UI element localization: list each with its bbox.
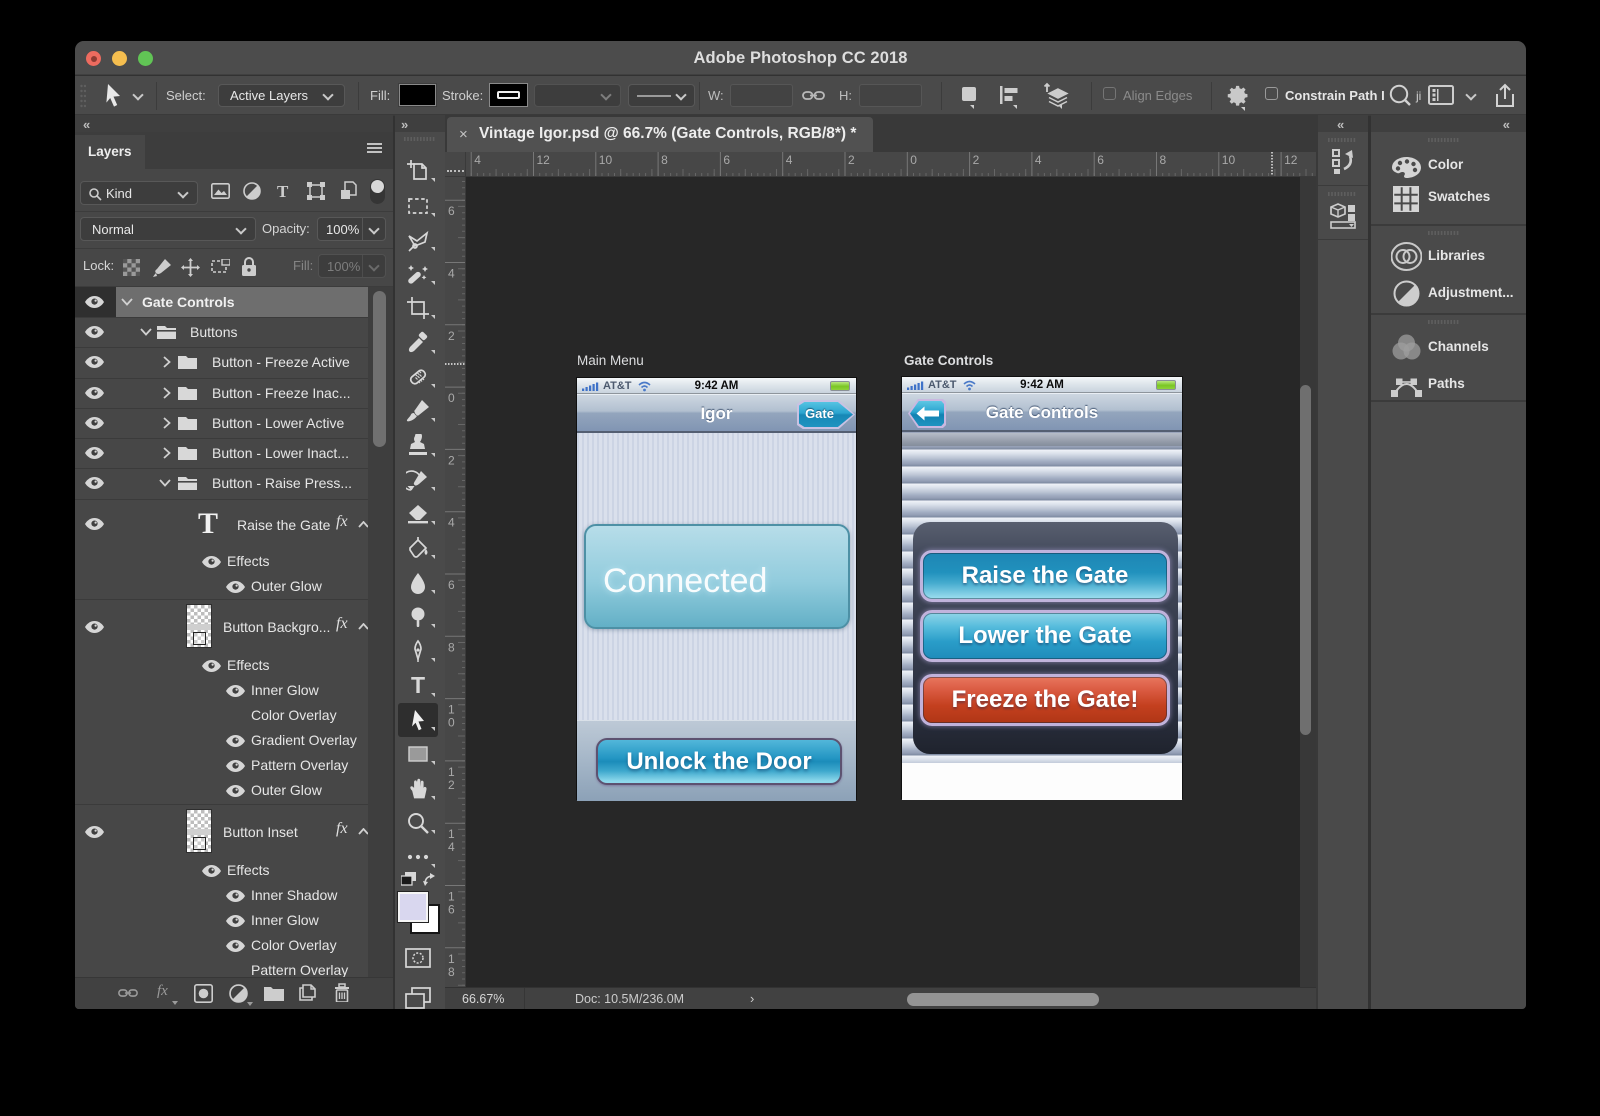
- svg-text:2: 2: [448, 778, 455, 792]
- svg-text:T: T: [411, 674, 425, 698]
- svg-text:1: 1: [448, 765, 455, 779]
- svg-text:8: 8: [1160, 153, 1167, 167]
- svg-text:8: 8: [661, 153, 668, 167]
- svg-text:2: 2: [848, 153, 855, 167]
- svg-text:10: 10: [1222, 153, 1236, 167]
- svg-text:4: 4: [448, 840, 455, 854]
- svg-text:0: 0: [910, 153, 917, 167]
- svg-text:6: 6: [448, 903, 455, 917]
- svg-text:6: 6: [723, 153, 730, 167]
- svg-text:4: 4: [448, 267, 455, 281]
- svg-text:4: 4: [786, 153, 793, 167]
- svg-text:4: 4: [1035, 153, 1042, 167]
- svg-text:12: 12: [537, 153, 551, 167]
- svg-text:2: 2: [448, 453, 455, 467]
- svg-text:6: 6: [448, 204, 455, 218]
- svg-text:1: 1: [448, 952, 455, 966]
- svg-text:1: 1: [448, 703, 455, 717]
- svg-text:8: 8: [448, 965, 455, 979]
- svg-text:2: 2: [973, 153, 980, 167]
- svg-text:8: 8: [448, 640, 455, 654]
- svg-text:0: 0: [448, 716, 455, 730]
- svg-text:4: 4: [448, 516, 455, 530]
- svg-text:1: 1: [448, 890, 455, 904]
- svg-text:0: 0: [448, 391, 455, 405]
- svg-text:6: 6: [1097, 153, 1104, 167]
- svg-text:6: 6: [448, 578, 455, 592]
- svg-text:4: 4: [474, 153, 481, 167]
- svg-text:1: 1: [448, 827, 455, 841]
- svg-text:12: 12: [1284, 153, 1298, 167]
- svg-text:10: 10: [599, 153, 613, 167]
- svg-text:2: 2: [448, 329, 455, 343]
